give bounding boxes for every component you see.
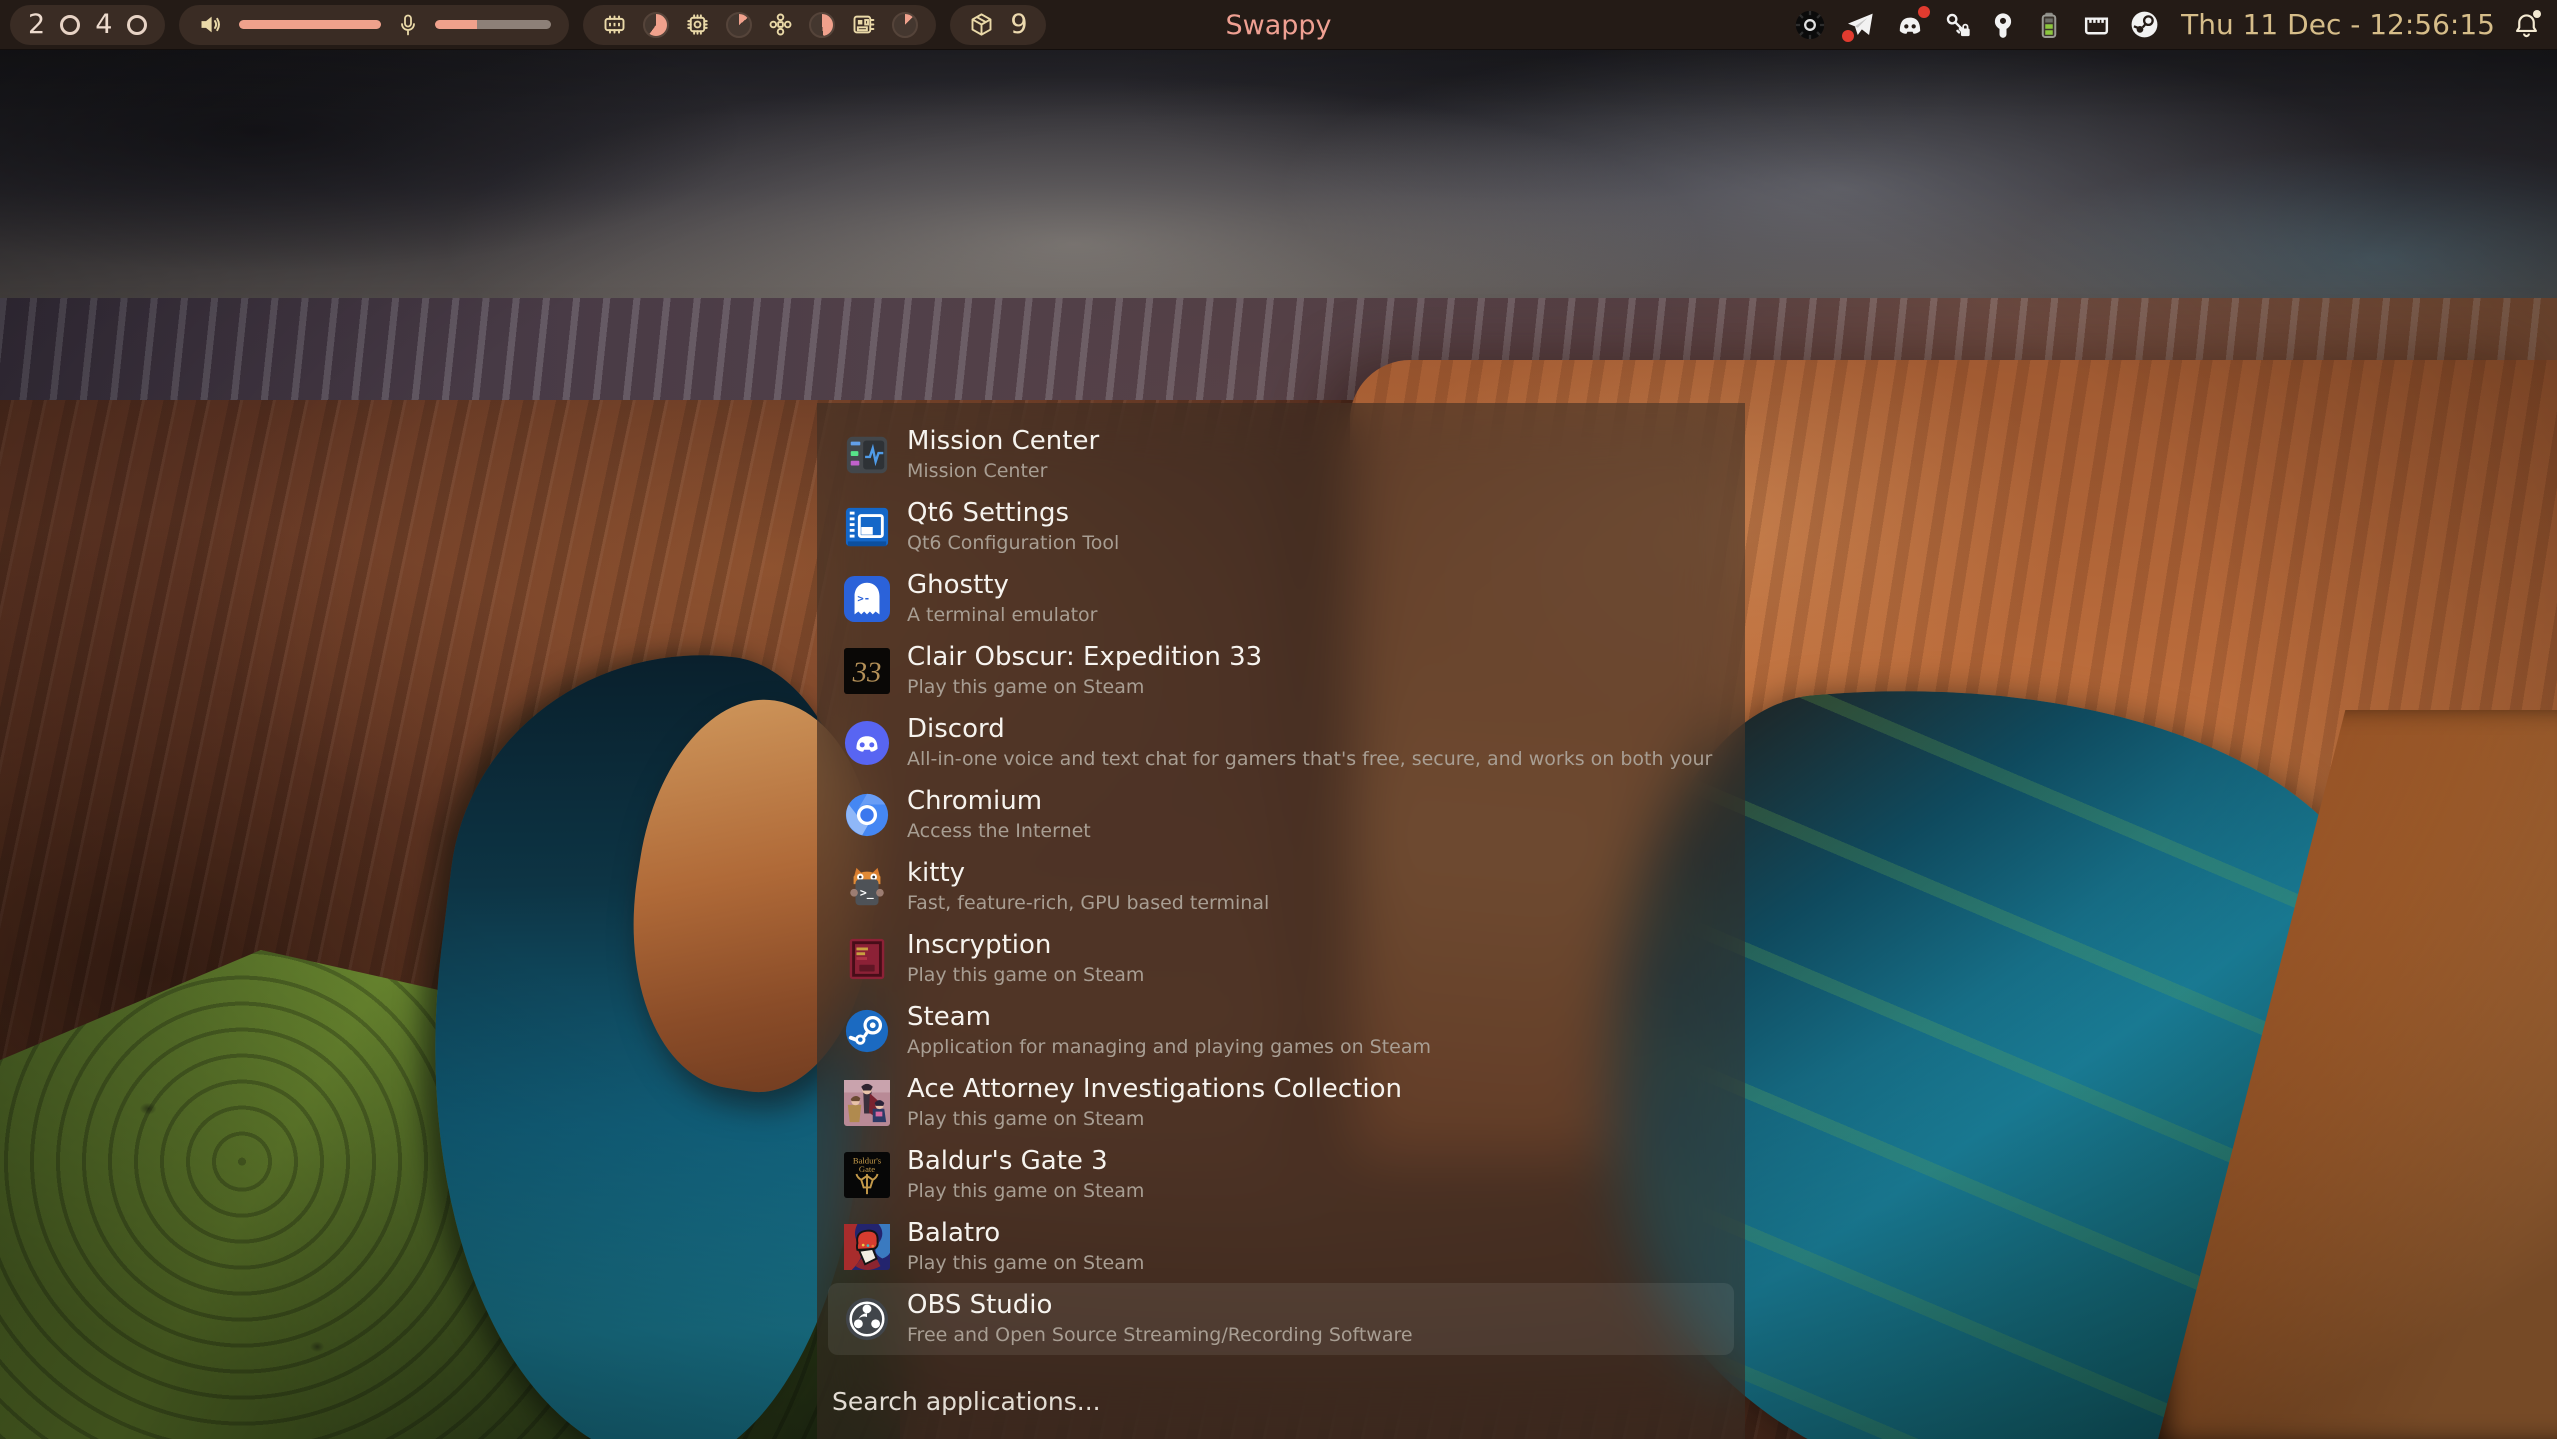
- app-title: Ace Attorney Investigations Collection: [907, 1075, 1402, 1105]
- discord-tray-icon[interactable]: [1893, 8, 1927, 42]
- mission-center-icon: [844, 432, 890, 478]
- list-item-inscryption[interactable]: Inscryption Play this game on Steam: [828, 923, 1734, 995]
- gpu-usage-gauge: [809, 12, 835, 38]
- package-icon: [968, 11, 995, 38]
- cpu-usage-gauge: [726, 12, 752, 38]
- app-title: Discord: [907, 715, 1718, 745]
- workspace-empty-circle-icon[interactable]: [60, 15, 80, 35]
- clock[interactable]: Thu 11 Dec - 12:56:15: [2181, 8, 2495, 41]
- search-input[interactable]: Search applications...: [832, 1387, 1101, 1416]
- ethernet-icon[interactable]: [2081, 9, 2112, 40]
- app-description: Play this game on Steam: [907, 1180, 1144, 1203]
- app-description: Mission Center: [907, 460, 1099, 483]
- svg-text:33: 33: [852, 657, 882, 689]
- volume-slider[interactable]: [239, 20, 381, 29]
- ace-attorney-icon: [844, 1080, 890, 1126]
- qt6-settings-icon: [844, 504, 890, 550]
- app-title: Ghostty: [907, 571, 1098, 601]
- workspace-number[interactable]: 4: [95, 11, 112, 38]
- updates-count: 9: [1010, 11, 1027, 38]
- top-bar-left: 2 4 9: [10, 5, 1046, 45]
- updates-widget[interactable]: 9: [950, 5, 1045, 45]
- baldurs-gate-3-icon: Baldur'sGate: [844, 1152, 890, 1198]
- workspace-empty-circle-icon[interactable]: [127, 15, 147, 35]
- app-description: Access the Internet: [907, 820, 1091, 843]
- cpu-icon: [684, 11, 711, 38]
- app-launcher-panel: Mission Center Mission Center Qt6 Setting…: [817, 403, 1745, 1439]
- ram-icon: [601, 11, 628, 38]
- app-title: Steam: [907, 1003, 1431, 1033]
- inscryption-icon: [844, 936, 890, 982]
- app-description: Play this game on Steam: [907, 1108, 1402, 1131]
- list-item-steam[interactable]: Steam Application for managing and playin…: [828, 995, 1734, 1067]
- svg-text:Gate: Gate: [859, 1164, 875, 1174]
- list-item-clair-obscur[interactable]: 33 Clair Obscur: Expedition 33 Play this …: [828, 635, 1734, 707]
- balatro-icon: [844, 1224, 890, 1270]
- app-description: Play this game on Steam: [907, 964, 1144, 987]
- telegram-icon[interactable]: [1844, 9, 1876, 41]
- top-bar-right: Thu 11 Dec - 12:56:15: [1793, 8, 2547, 42]
- steelseries-icon[interactable]: [1793, 8, 1827, 42]
- notifications-bell-icon[interactable]: [2512, 10, 2541, 39]
- list-item-mission-center[interactable]: Mission Center Mission Center: [828, 419, 1734, 491]
- svg-text:>_: >_: [860, 886, 874, 901]
- workspace-indicator[interactable]: 2 4: [10, 5, 165, 45]
- app-description: Free and Open Source Streaming/Recording…: [907, 1324, 1413, 1347]
- vram-usage-gauge: [892, 12, 918, 38]
- list-item-chromium[interactable]: Chromium Access the Internet: [828, 779, 1734, 851]
- app-title: Clair Obscur: Expedition 33: [907, 643, 1262, 673]
- notification-dot: [1842, 30, 1854, 42]
- app-title: Inscryption: [907, 931, 1144, 961]
- microphone-icon: [396, 13, 420, 37]
- obs-studio-icon: [844, 1296, 890, 1342]
- speaker-icon: [197, 11, 224, 38]
- system-monitor-widget[interactable]: [583, 5, 936, 45]
- notification-dot: [2533, 10, 2541, 18]
- battery-icon[interactable]: [2034, 10, 2064, 40]
- app-title: Balatro: [907, 1219, 1144, 1249]
- app-description: A terminal emulator: [907, 604, 1098, 627]
- keys-icon[interactable]: [1944, 11, 1972, 39]
- vram-icon: [850, 11, 877, 38]
- app-title: OBS Studio: [907, 1291, 1413, 1321]
- steam-tray-icon[interactable]: [2129, 9, 2160, 40]
- list-item-obs-studio[interactable]: OBS Studio Free and Open Source Streaming…: [828, 1283, 1734, 1355]
- discord-icon: [844, 720, 890, 766]
- app-description: All-in-one voice and text chat for gamer…: [907, 748, 1718, 771]
- list-item-ace-attorney[interactable]: Ace Attorney Investigations Collection Pl…: [828, 1067, 1734, 1139]
- list-item-kitty[interactable]: >_ kitty Fast, feature-rich, GPU based te…: [828, 851, 1734, 923]
- list-item-ghostty[interactable]: >- Ghostty A terminal emulator: [828, 563, 1734, 635]
- app-title: Qt6 Settings: [907, 499, 1119, 529]
- steam-icon: [844, 1008, 890, 1054]
- keyring-icon[interactable]: [1989, 11, 2017, 39]
- audio-widget[interactable]: [179, 5, 569, 45]
- list-item-discord[interactable]: Discord All-in-one voice and text chat fo…: [828, 707, 1734, 779]
- app-title: Baldur's Gate 3: [907, 1147, 1144, 1177]
- app-title: Chromium: [907, 787, 1091, 817]
- svg-text:>-: >-: [857, 593, 870, 605]
- app-description: Fast, feature-rich, GPU based terminal: [907, 892, 1269, 915]
- list-item-qt6-settings[interactable]: Qt6 Settings Qt6 Configuration Tool: [828, 491, 1734, 563]
- app-description: Play this game on Steam: [907, 676, 1262, 699]
- gpu-icon: [767, 11, 794, 38]
- kitty-icon: >_: [844, 864, 890, 910]
- list-item-baldurs-gate-3[interactable]: Baldur'sGate Baldur's Gate 3 Play this ga…: [828, 1139, 1734, 1211]
- mic-slider[interactable]: [435, 20, 551, 29]
- workspace-number[interactable]: 2: [28, 11, 45, 38]
- list-item-balatro[interactable]: Balatro Play this game on Steam: [828, 1211, 1734, 1283]
- app-description: Qt6 Configuration Tool: [907, 532, 1119, 555]
- app-description: Application for managing and playing gam…: [907, 1036, 1431, 1059]
- top-bar: 2 4 9 Swappy: [0, 0, 2557, 50]
- ram-usage-gauge: [643, 12, 669, 38]
- notification-dot: [1918, 6, 1930, 18]
- app-title: Mission Center: [907, 427, 1099, 457]
- app-title: kitty: [907, 859, 1269, 889]
- search-row[interactable]: Search applications...: [817, 1387, 1745, 1416]
- ghostty-icon: >-: [844, 576, 890, 622]
- chromium-icon: [844, 792, 890, 838]
- app-description: Play this game on Steam: [907, 1252, 1144, 1275]
- clair-obscur-icon: 33: [844, 648, 890, 694]
